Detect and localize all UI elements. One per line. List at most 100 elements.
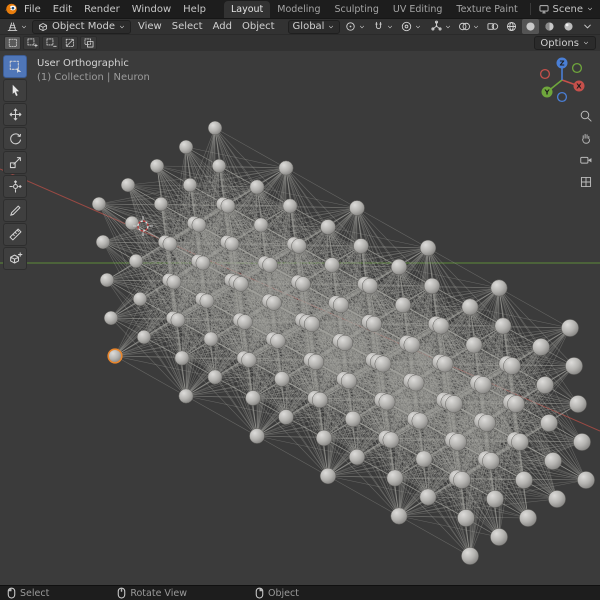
tab-layout[interactable]: Layout xyxy=(223,1,271,18)
neuron-node[interactable] xyxy=(569,395,587,413)
neuron-node[interactable] xyxy=(353,238,369,254)
neuron-node[interactable] xyxy=(415,450,433,468)
proportional-edit-button[interactable] xyxy=(398,19,424,34)
tab-modeling[interactable]: Modeling xyxy=(270,1,327,18)
shading-solid-button[interactable] xyxy=(522,19,539,34)
pan-button[interactable] xyxy=(577,129,595,147)
neuron-node[interactable] xyxy=(453,471,471,489)
neuron-node[interactable] xyxy=(162,236,178,252)
neuron-node[interactable] xyxy=(515,471,533,489)
neuron-node[interactable] xyxy=(274,371,290,387)
neuron-node[interactable] xyxy=(507,395,525,413)
neuron-node[interactable] xyxy=(536,376,554,394)
neuron-node[interactable] xyxy=(278,409,294,425)
neuron-node[interactable] xyxy=(178,139,194,155)
neuron-node[interactable] xyxy=(132,291,148,307)
neuron-node[interactable] xyxy=(340,372,358,390)
neuron-node[interactable] xyxy=(374,355,392,373)
neuron-node[interactable] xyxy=(303,315,321,333)
neuron-node[interactable] xyxy=(494,317,512,335)
neuron-node[interactable] xyxy=(461,298,479,316)
neuron-node[interactable] xyxy=(178,388,194,404)
neuron-node[interactable] xyxy=(91,196,107,212)
neuron-node[interactable] xyxy=(336,334,354,352)
neuron-node[interactable] xyxy=(166,274,182,290)
neuron-node[interactable] xyxy=(170,312,186,328)
neuron-node[interactable] xyxy=(490,528,508,546)
annotate-tool-button[interactable] xyxy=(3,199,27,222)
gizmo-axis-z-minus[interactable] xyxy=(556,91,568,103)
neuron-node[interactable] xyxy=(237,314,253,330)
neuron-node[interactable] xyxy=(211,158,227,174)
neuron-node[interactable] xyxy=(532,338,550,356)
menu-file[interactable]: File xyxy=(18,2,47,17)
neuron-node[interactable] xyxy=(253,217,269,233)
gizmo-axis-y-minus[interactable] xyxy=(571,62,583,74)
neuron-node[interactable] xyxy=(249,179,265,195)
neuron-node[interactable] xyxy=(95,234,111,250)
neuron-node[interactable] xyxy=(423,277,441,295)
neuron-node[interactable] xyxy=(361,277,379,295)
viewport-menu-object[interactable]: Object xyxy=(237,20,280,33)
transform-pivot-button[interactable] xyxy=(342,19,368,34)
neuron-node[interactable] xyxy=(315,429,333,447)
zoom-button[interactable] xyxy=(577,107,595,125)
select-mode-intersect-button[interactable] xyxy=(80,36,97,50)
neuron-node[interactable] xyxy=(565,357,583,375)
neuron-node[interactable] xyxy=(103,310,119,326)
neuron-node[interactable] xyxy=(544,452,562,470)
neuron-node[interactable] xyxy=(199,293,215,309)
neuron-node[interactable] xyxy=(490,279,508,297)
gizmo-axis-x-minus[interactable] xyxy=(539,68,551,80)
xray-toggle-button[interactable] xyxy=(484,19,501,34)
select-box-tool-button[interactable] xyxy=(3,55,27,78)
neuron-node[interactable] xyxy=(120,177,136,193)
neuron-node[interactable] xyxy=(270,333,286,349)
neuron-node[interactable] xyxy=(519,509,537,527)
neuron-node[interactable] xyxy=(282,198,298,214)
neuron-node[interactable] xyxy=(365,315,383,333)
menu-render[interactable]: Render xyxy=(78,2,126,17)
neuron-node[interactable] xyxy=(224,236,240,252)
neuron-node[interactable] xyxy=(182,177,198,193)
neuron-node[interactable] xyxy=(278,160,294,176)
shading-settings-button[interactable] xyxy=(579,19,596,34)
viewport-scene[interactable] xyxy=(0,51,600,585)
transform-tool-button[interactable] xyxy=(3,175,27,198)
toggle-perspective-button[interactable] xyxy=(577,173,595,191)
neuron-node[interactable] xyxy=(320,219,336,235)
neuron-node[interactable] xyxy=(220,198,236,214)
neuron-node[interactable] xyxy=(548,490,566,508)
shading-material-button[interactable] xyxy=(541,19,558,34)
tab-uv-editing[interactable]: UV Editing xyxy=(386,1,450,18)
neuron-node[interactable] xyxy=(386,469,404,487)
viewport-menu-add[interactable]: Add xyxy=(208,20,237,33)
neuron-node-selected[interactable] xyxy=(107,348,123,364)
neuron-node[interactable] xyxy=(207,120,223,136)
neuron-node[interactable] xyxy=(344,410,362,428)
tab-sculpting[interactable]: Sculpting xyxy=(327,1,385,18)
neuron-node[interactable] xyxy=(245,390,261,406)
editor-type-button[interactable] xyxy=(4,19,30,34)
scale-tool-button[interactable] xyxy=(3,151,27,174)
neuron-node[interactable] xyxy=(124,215,140,231)
neuron-node[interactable] xyxy=(378,393,396,411)
neuron-node[interactable] xyxy=(203,331,219,347)
menu-window[interactable]: Window xyxy=(126,2,177,17)
measure-tool-button[interactable] xyxy=(3,223,27,246)
gizmo-axis-y-plus[interactable]: Y xyxy=(541,86,553,98)
neuron-node[interactable] xyxy=(319,467,337,485)
3d-viewport[interactable]: User Orthographic (1) Collection | Neuro… xyxy=(0,51,600,585)
move-tool-button[interactable] xyxy=(3,103,27,126)
neuron-node[interactable] xyxy=(503,357,521,375)
scene-selector[interactable]: Scene xyxy=(524,3,597,15)
neuron-node[interactable] xyxy=(249,428,265,444)
neuron-node[interactable] xyxy=(390,507,408,525)
neuron-node[interactable] xyxy=(577,471,595,489)
menu-help[interactable]: Help xyxy=(177,2,212,17)
shading-wireframe-button[interactable] xyxy=(503,19,520,34)
navigation-gizmo[interactable]: X Y Z xyxy=(535,53,589,107)
neuron-node[interactable] xyxy=(511,433,529,451)
neuron-node[interactable] xyxy=(262,257,278,273)
shading-rendered-button[interactable] xyxy=(560,19,577,34)
